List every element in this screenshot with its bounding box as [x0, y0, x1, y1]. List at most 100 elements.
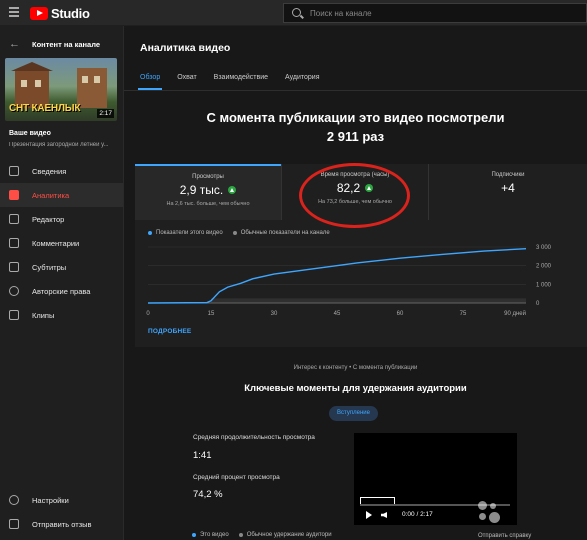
legend-dot-icon [192, 533, 196, 537]
interest-label: Интерес к контенту • С момента публикаци… [293, 365, 418, 371]
sidebar-item-analytics[interactable]: Аналитика [0, 183, 123, 207]
play-icon[interactable] [366, 511, 372, 519]
feedback-icon [9, 519, 19, 529]
your-video-label: Ваше видео [9, 130, 51, 137]
sidebar-item-comments[interactable]: Комментарии [0, 231, 123, 255]
top-bar: Studio [0, 0, 587, 26]
page-title: Аналитика видео [140, 42, 231, 54]
chart-legend: Показатели этого видео Обычные показател… [148, 230, 340, 236]
intro-chip[interactable]: Вступление [329, 406, 378, 421]
sidebar-item-feedback[interactable]: Отправить отзыв [0, 512, 123, 536]
stat-note: На 73,2 больше, чем обычно [318, 199, 392, 205]
pencil-icon [9, 166, 19, 176]
y-tick-label: 2 000 [536, 264, 552, 270]
legend-this-video: Это видео [192, 532, 229, 538]
avg-duration-label: Средняя продолжительность просмотра [193, 434, 315, 441]
sidebar: ← Контент на канале СНТ КАЕНЛЫК 2:17 Ваш… [0, 26, 124, 540]
copyright-icon [9, 286, 19, 296]
thumbnail-window [94, 76, 100, 83]
subtitles-icon [9, 262, 19, 272]
sidebar-item-settings[interactable]: Настройки [0, 488, 123, 512]
arrow-up-icon [228, 186, 237, 194]
arrow-left-icon: ← [9, 38, 20, 50]
stat-views[interactable]: Просмотры 2,9 тыс. На 2,6 тыс. больше, ч… [135, 164, 281, 220]
thumbnail-house [77, 68, 107, 108]
tab-reach[interactable]: Охват [177, 70, 196, 90]
youtube-logo-icon [30, 7, 48, 20]
volume-icon[interactable] [381, 512, 387, 518]
help-link[interactable]: Отправить справку [478, 533, 531, 539]
clips-icon [9, 310, 19, 320]
legend-dot-icon [148, 231, 152, 235]
analytics-icon [9, 190, 19, 200]
stat-label: Просмотры [192, 174, 224, 180]
stat-value: 2,9 тыс. [135, 183, 281, 197]
sidebar-item-details[interactable]: Сведения [0, 159, 123, 183]
legend-typical: Обычное удержание аудитори [238, 532, 332, 538]
tab-engagement[interactable]: Взаимодействие [214, 70, 268, 90]
headline-line-2: 2 911 раз [326, 129, 385, 144]
video-duration: 2:17 [97, 109, 114, 118]
stat-value-text: 82,2 [336, 181, 361, 195]
thumbnail-window [35, 80, 41, 87]
stat-value-text: 2,9 тыс. [179, 183, 224, 197]
stat-watch-time[interactable]: Время просмотра (часы) 82,2 На 73,2 боль… [281, 164, 428, 220]
sidebar-item-copyright[interactable]: Авторские права [0, 279, 123, 303]
x-tick-label: 15 [208, 311, 215, 317]
tabs-divider [124, 90, 587, 91]
sidebar-item-clips[interactable]: Клипы [0, 303, 123, 327]
headline: С момента публикации это видео посмотрел… [124, 108, 587, 146]
sidebar-item-subtitles[interactable]: Субтитры [0, 255, 123, 279]
logo-text: Studio [51, 6, 90, 21]
gear-icon [9, 495, 19, 505]
sidebar-item-label: Сведения [32, 166, 67, 176]
tab-overview[interactable]: Обзор [137, 70, 163, 90]
legend-label: Обычное удержание аудитори [246, 532, 332, 538]
y-tick-label: 3 000 [536, 245, 552, 251]
avito-logo-icon [478, 501, 502, 525]
sidebar-item-label: Авторские права [32, 286, 91, 296]
x-tick-label: 45 [334, 311, 341, 317]
search-icon [292, 8, 301, 17]
stat-subscribers[interactable]: Подписчики +4 [428, 164, 587, 220]
stat-value-text: +4 [501, 181, 515, 195]
x-tick-label: 0 [146, 311, 150, 317]
views-chart: 0 1 000 2 000 3 000 0 15 30 45 60 75 90 дней [146, 245, 552, 317]
sidebar-item-label: Аналитика [32, 190, 70, 200]
sidebar-nav: Сведения Аналитика Редактор Комментарии … [0, 159, 123, 327]
legend-label: Это видео [200, 532, 229, 538]
comments-icon [9, 238, 19, 248]
back-label: Контент на канале [32, 39, 101, 49]
typical-band [211, 298, 526, 303]
watermark [478, 501, 502, 525]
x-tick-label: 30 [271, 311, 278, 317]
sidebar-item-label: Отправить отзыв [32, 519, 92, 529]
back-to-content[interactable]: ← Контент на канале [9, 38, 100, 50]
sidebar-item-label: Комментарии [32, 238, 80, 248]
tab-audience[interactable]: Аудитория [285, 70, 319, 90]
retention-legend: Это видео Обычное удержание аудитори [192, 532, 342, 538]
studio-logo[interactable]: Studio [30, 6, 90, 21]
sidebar-bottom-nav: Настройки Отправить отзыв [0, 488, 123, 536]
tabs: Обзор Охват Взаимодействие Аудитория [137, 70, 337, 90]
editor-icon [9, 214, 19, 224]
search-input[interactable] [310, 7, 570, 19]
legend-label: Показатели этого видео [156, 230, 223, 236]
player-time: 0:00 / 2:17 [402, 511, 433, 518]
more-link[interactable]: ПОДРОБНЕЕ [148, 328, 191, 335]
menu-icon[interactable] [9, 7, 19, 17]
video-thumbnail[interactable]: СНТ КАЕНЛЫК 2:17 [5, 58, 117, 121]
legend-this-video: Показатели этого видео [148, 230, 223, 236]
sidebar-item-label: Клипы [32, 310, 55, 320]
moments-title: Ключевые моменты для удержания аудитории [244, 383, 467, 394]
legend-label: Обычные показатели на канале [240, 230, 330, 236]
x-tick-label: 90 дней [504, 310, 526, 317]
arrow-up-icon [365, 184, 374, 192]
sidebar-item-label: Настройки [32, 495, 69, 505]
sidebar-item-editor[interactable]: Редактор [0, 207, 123, 231]
stat-label: Время просмотра (часы) [320, 172, 390, 178]
thumbnail-title: СНТ КАЕНЛЫК [9, 103, 81, 114]
legend-typical: Обычные показатели на канале [232, 230, 330, 236]
avg-duration-value: 1:41 [193, 450, 212, 461]
search-box[interactable] [283, 3, 587, 23]
